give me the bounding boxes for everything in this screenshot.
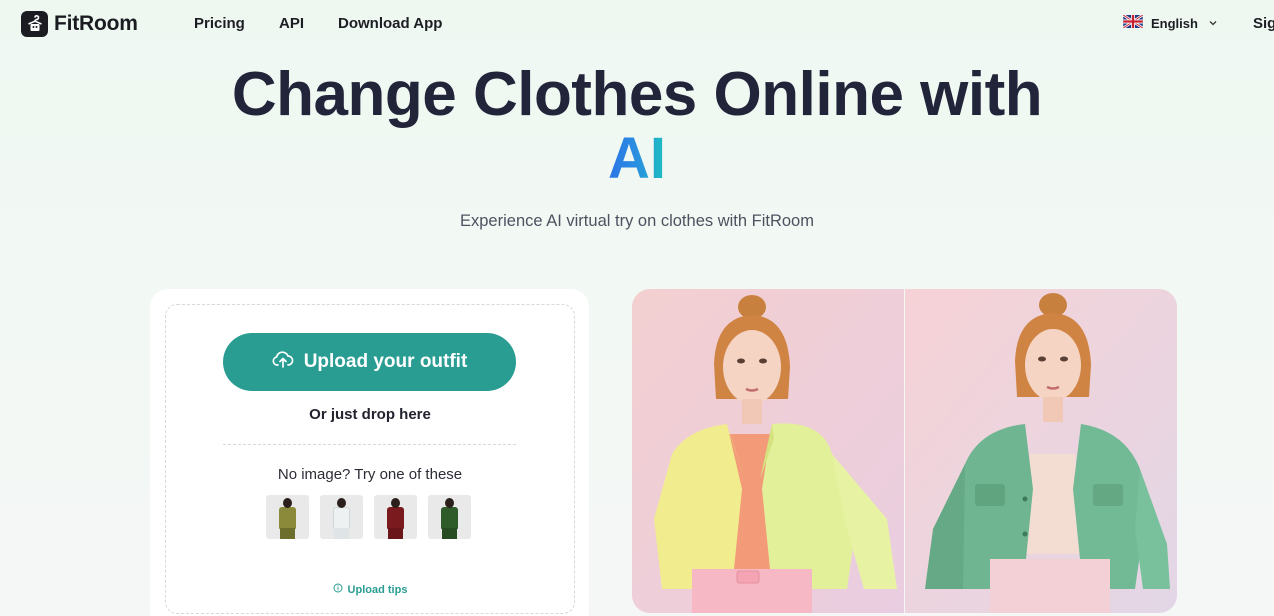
sample-outfit-green[interactable] xyxy=(428,495,471,539)
upload-outfit-button[interactable]: Upload your outfit xyxy=(223,333,516,391)
logo-text: FitRoom xyxy=(54,12,138,35)
uk-flag-icon xyxy=(1122,13,1144,31)
hero-subtitle: Experience AI virtual try on clothes wit… xyxy=(460,212,814,230)
nav-link-api[interactable]: API xyxy=(279,15,304,32)
info-circle-icon xyxy=(333,583,343,596)
language-selector[interactable]: English xyxy=(1122,13,1218,31)
before-after-showcase xyxy=(632,289,1177,613)
hero-title-ai: AI xyxy=(0,126,1274,192)
logo[interactable]: FitRoom xyxy=(21,11,138,37)
cloud-upload-icon xyxy=(272,350,294,374)
upload-card: Upload your outfit Or just drop here No … xyxy=(150,289,589,616)
language-label: English xyxy=(1151,15,1198,31)
upload-tips-link[interactable]: Upload tips xyxy=(166,583,574,596)
upload-button-label: Upload your outfit xyxy=(303,351,468,372)
sign-in-link[interactable]: Sig xyxy=(1253,15,1274,32)
drop-zone[interactable]: Upload your outfit Or just drop here No … xyxy=(165,304,575,614)
chevron-down-icon xyxy=(1208,16,1218,31)
divider xyxy=(223,444,516,445)
nav-link-download-app[interactable]: Download App xyxy=(338,15,442,32)
hero-ai-text: AI xyxy=(608,126,666,191)
sample-outfits xyxy=(266,495,471,539)
nav-link-pricing[interactable]: Pricing xyxy=(194,15,245,32)
upload-tips-label: Upload tips xyxy=(347,583,408,596)
logo-icon xyxy=(21,11,48,37)
sample-prompt: No image? Try one of these xyxy=(277,466,463,483)
model-photo-original xyxy=(632,289,904,613)
sample-outfit-red[interactable] xyxy=(374,495,417,539)
model-photo-result xyxy=(905,289,1177,613)
sample-outfit-olive[interactable] xyxy=(266,495,309,539)
hero-title: Change Clothes Online with xyxy=(231,60,1043,129)
drop-hint: Or just drop here xyxy=(309,406,431,423)
sample-outfit-white[interactable] xyxy=(320,495,363,539)
top-nav: FitRoom Pricing API Download App English… xyxy=(0,0,1274,48)
